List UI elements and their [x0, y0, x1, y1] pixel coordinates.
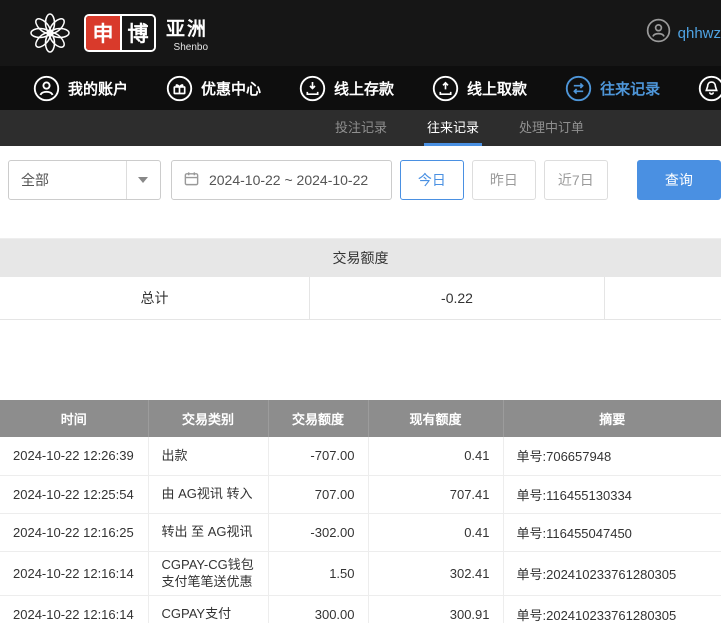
summary-table: 交易额度 总计 -0.22: [0, 238, 721, 320]
col-header-time: 时间: [0, 400, 149, 437]
date-range-picker[interactable]: 2024-10-22 ~ 2024-10-22: [170, 160, 392, 200]
records-icon: [565, 75, 592, 101]
table-row: 2024-10-22 12:16:14 CGPAY-CG钱包支付笔笔送优惠 1.50…: [0, 551, 721, 596]
deposit-icon: [299, 75, 326, 101]
cell-time: 2024-10-22 12:26:39: [0, 437, 149, 476]
category-selected-value: 全部: [21, 172, 49, 188]
today-button[interactable]: 今日: [399, 160, 464, 200]
query-button[interactable]: 查询: [636, 160, 721, 200]
brand-subtitle: Shenbo: [173, 41, 209, 53]
cell-type: 出款: [148, 437, 269, 476]
nav-item-transaction-records[interactable]: 往来记录: [546, 66, 679, 110]
flower-logo-icon: [26, 9, 74, 57]
brand-wordmark: 申 博: [84, 14, 156, 52]
nav-item-my-account[interactable]: 我的账户: [14, 66, 147, 110]
header-row: 时间 交易类别 交易额度 现有额度 摘要: [0, 400, 721, 437]
nav-label: 我的账户: [68, 80, 129, 98]
col-header-amount: 交易额度: [268, 400, 369, 437]
cell-type: CGPAY-CG钱包支付笔笔送优惠: [148, 551, 269, 596]
cell-type: 转出 至 AG视讯: [148, 513, 269, 552]
cell-summary: 单号:116455130334: [503, 475, 721, 514]
tab-transaction-records[interactable]: 往来记录: [424, 110, 483, 146]
nav-label: 线上取款: [467, 80, 528, 98]
last7days-button[interactable]: 近7日: [543, 160, 608, 200]
cell-amount: -302.00: [268, 513, 369, 552]
records-table-body: 2024-10-22 12:26:39 出款 -707.00 0.41 单号:70665…: [0, 437, 721, 623]
cell-time: 2024-10-22 12:16:14: [0, 551, 149, 596]
account-icon: [33, 75, 60, 101]
cell-type: CGPAY支付: [148, 595, 269, 623]
cell-type: 由 AG视讯 转入: [148, 475, 269, 514]
filter-bar: 全部 2024-10-22 ~ 2024-10-22 今日 昨日 近7日 查询: [8, 160, 721, 200]
summary-total-row: 总计 -0.22: [0, 277, 721, 320]
col-header-balance: 现有额度: [368, 400, 504, 437]
top-header: 申 博 亚洲 Shenbo qhhwz: [0, 0, 721, 66]
summary-empty-cell: [605, 277, 721, 319]
records-table: 时间 交易类别 交易额度 现有额度 摘要 2024-10-22 12:26:39…: [0, 400, 721, 623]
cell-summary: 单号:116455047450: [503, 513, 721, 552]
nav-item-deposit[interactable]: 线上存款: [280, 66, 413, 110]
nav-label: 线上存款: [334, 80, 395, 98]
date-range-value: 2024-10-22 ~ 2024-10-22: [208, 172, 369, 188]
summary-total-value: -0.22: [310, 277, 605, 319]
table-row: 2024-10-22 12:16:14 CGPAY支付 300.00 300.91 单号…: [0, 595, 721, 623]
withdraw-icon: [432, 75, 459, 101]
nav-item-promotions[interactable]: 优惠中心: [147, 66, 280, 110]
record-subtabs: 投注记录 往来记录 处理中订单: [0, 110, 721, 146]
bell-icon: [698, 75, 721, 101]
gift-icon: [166, 75, 193, 101]
main-nav: 我的账户 优惠中心 线上存款 线上取款 往来记录: [0, 66, 721, 110]
cell-balance: 300.91: [368, 595, 504, 623]
brand-region-label: 亚洲: [166, 18, 209, 40]
nav-label: 往来记录: [600, 80, 661, 98]
chevron-down-icon: [138, 177, 149, 183]
cell-balance: 0.41: [368, 437, 504, 476]
cell-summary: 单号:706657948: [503, 437, 721, 476]
cell-time: 2024-10-22 12:16:14: [0, 595, 149, 623]
table-row: 2024-10-22 12:25:54 由 AG视讯 转入 707.00 707.41…: [0, 475, 721, 514]
avatar-icon: [646, 18, 671, 48]
brand-logo[interactable]: 申 博 亚洲 Shenbo: [26, 9, 208, 57]
records-table-head: 时间 交易类别 交易额度 现有额度 摘要: [0, 400, 721, 437]
cell-balance: 0.41: [368, 513, 504, 552]
nav-item-withdraw[interactable]: 线上取款: [413, 66, 546, 110]
cell-time: 2024-10-22 12:25:54: [0, 475, 149, 514]
col-header-type: 交易类别: [148, 400, 269, 437]
summary-total-label: 总计: [0, 277, 310, 319]
calendar-icon: [183, 170, 200, 190]
cell-summary: 单号:202410233761280305: [503, 595, 721, 623]
page: 申 博 亚洲 Shenbo qhhwz 我的账户 优惠中心 线上存款 线上取款 …: [0, 0, 721, 623]
nav-item-messages[interactable]: 信息: [679, 66, 721, 110]
table-row: 2024-10-22 12:16:25 转出 至 AG视讯 -302.00 0.41 单…: [0, 513, 721, 552]
select-caret-zone: [125, 161, 160, 199]
cell-balance: 707.41: [368, 475, 504, 514]
user-account[interactable]: qhhwz: [646, 18, 721, 48]
col-header-summary: 摘要: [503, 400, 721, 437]
username-label: qhhwz: [677, 24, 721, 42]
table-row: 2024-10-22 12:26:39 出款 -707.00 0.41 单号:70665…: [0, 437, 721, 476]
cell-amount: 300.00: [268, 595, 369, 623]
tab-bet-records[interactable]: 投注记录: [332, 110, 390, 146]
nav-label: 优惠中心: [201, 80, 262, 98]
tab-processing-orders[interactable]: 处理中订单: [516, 110, 587, 146]
brand-char-shen: 申: [86, 16, 120, 50]
cell-amount: -707.00: [268, 437, 369, 476]
cell-amount: 707.00: [268, 475, 369, 514]
cell-balance: 302.41: [368, 551, 504, 596]
category-select[interactable]: 全部: [8, 160, 161, 200]
summary-header: 交易额度: [0, 239, 721, 277]
yesterday-button[interactable]: 昨日: [471, 160, 536, 200]
cell-time: 2024-10-22 12:16:25: [0, 513, 149, 552]
cell-amount: 1.50: [268, 551, 369, 596]
cell-summary: 单号:202410233761280305: [503, 551, 721, 596]
brand-char-bo: 博: [120, 16, 154, 50]
brand-region: 亚洲 Shenbo: [166, 14, 208, 53]
